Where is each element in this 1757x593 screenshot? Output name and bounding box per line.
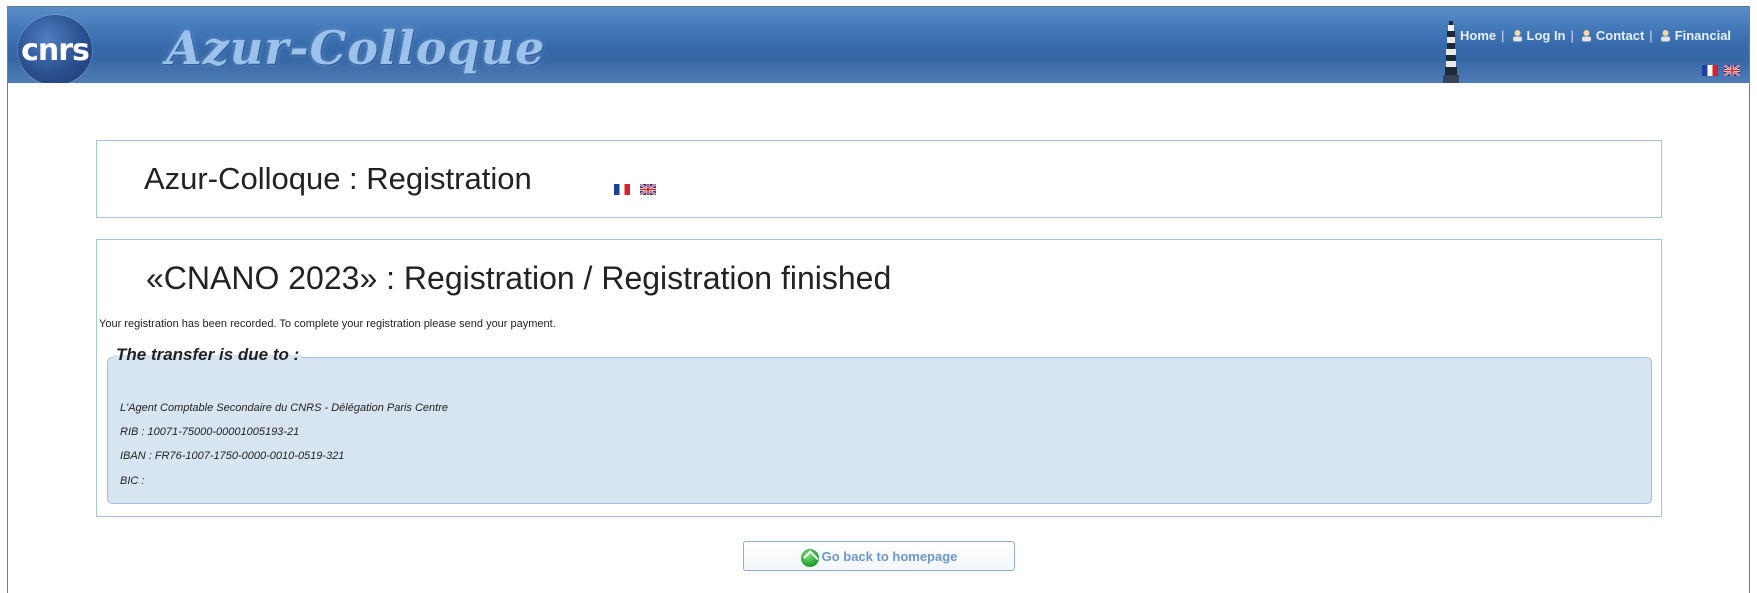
home-button-label: Go back to homepage <box>821 548 958 564</box>
nav-home-link[interactable]: Home <box>1460 28 1496 43</box>
france-flag-icon[interactable] <box>614 184 630 195</box>
nav-financial-link[interactable]: Financial <box>1675 28 1731 43</box>
nav-login-link[interactable]: Log In <box>1527 28 1566 43</box>
header-panel: Azur-Colloque : Registration <box>96 140 1662 218</box>
registration-title: «CNANO 2023» : Registration / Registrati… <box>146 260 892 296</box>
go-back-homepage-button[interactable]: Go back to homepage <box>743 541 1015 571</box>
brand-title: Azur-Colloque <box>166 21 546 75</box>
page-title: Azur-Colloque : Registration <box>144 161 532 196</box>
transfer-bic: BIC : <box>120 475 145 487</box>
user-icon <box>1512 29 1522 41</box>
cnrs-logo[interactable]: cnrs <box>18 15 92 83</box>
site-banner: cnrs Azur-Colloque Home | Log In | Conta… <box>8 7 1749 83</box>
registration-notice: Your registration has been recorded. To … <box>99 318 556 330</box>
user-icon <box>1660 29 1670 41</box>
transfer-box: L'Agent Comptable Secondaire du CNRS - D… <box>107 357 1652 504</box>
language-switcher <box>1702 65 1740 76</box>
nav-separator: | <box>1649 27 1653 43</box>
uk-flag-icon[interactable] <box>1724 65 1740 76</box>
nav-contact-link[interactable]: Contact <box>1596 28 1644 43</box>
transfer-legend: The transfer is due to : <box>113 345 303 365</box>
lighthouse-icon <box>1443 21 1459 83</box>
home-icon <box>800 549 819 567</box>
transfer-payee: L'Agent Comptable Secondaire du CNRS - D… <box>120 402 448 414</box>
nav-separator: | <box>1501 27 1505 43</box>
transfer-rib: RIB : 10071-75000-00001005193-21 <box>120 426 300 438</box>
user-icon <box>1581 29 1591 41</box>
france-flag-icon[interactable] <box>1702 65 1718 76</box>
uk-flag-icon[interactable] <box>640 184 656 195</box>
panel-language-switcher <box>614 184 656 195</box>
nav-separator: | <box>1570 27 1574 43</box>
transfer-iban: IBAN : FR76-1007-1750-0000-0010-0519-321 <box>120 450 345 462</box>
top-navigation: Home | Log In | Contact | Financial <box>1460 25 1745 45</box>
